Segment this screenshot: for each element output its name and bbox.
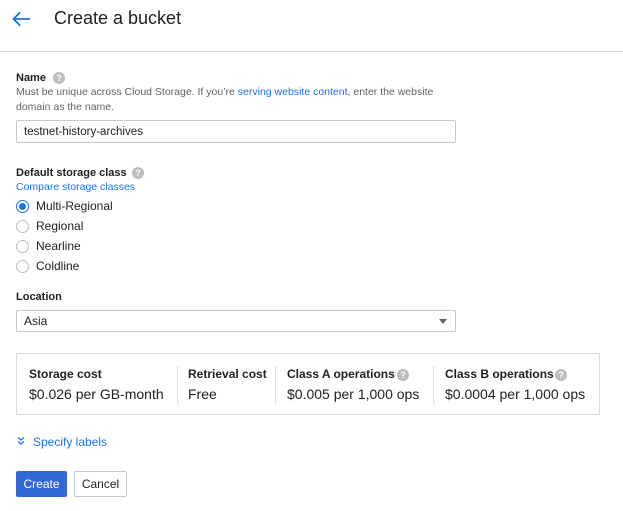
- bucket-name-input[interactable]: [16, 120, 456, 143]
- pricing-summary: Storage cost $0.026 per GB-month Retriev…: [16, 353, 600, 415]
- storage-class-help-icon[interactable]: ?: [132, 167, 144, 179]
- class-b-help-icon[interactable]: ?: [555, 369, 567, 381]
- radio-button-checked[interactable]: [16, 200, 29, 213]
- class-a-help-icon[interactable]: ?: [397, 369, 409, 381]
- radio-label: Multi-Regional: [36, 199, 113, 213]
- class-b-heading: Class B operations: [445, 367, 554, 381]
- create-button[interactable]: Create: [16, 471, 67, 497]
- name-description: Must be unique across Cloud Storage. If …: [16, 86, 434, 113]
- storage-cost-heading: Storage cost: [29, 367, 102, 381]
- location-value: Asia: [24, 314, 48, 328]
- compare-storage-classes-link[interactable]: Compare storage classes: [16, 180, 466, 195]
- retrieval-cost-value: Free: [188, 386, 217, 402]
- radio-label: Nearline: [36, 239, 81, 253]
- back-button[interactable]: [8, 6, 34, 32]
- dropdown-arrow-icon: [439, 319, 447, 324]
- location-label: Location: [16, 291, 62, 303]
- class-a-heading: Class A operations: [287, 367, 395, 381]
- radio-label: Regional: [36, 219, 84, 233]
- class-b-value: $0.0004 per 1,000 ops: [445, 386, 586, 402]
- radio-button[interactable]: [16, 260, 29, 273]
- name-help-icon[interactable]: ?: [53, 72, 65, 84]
- column-divider: [433, 366, 434, 404]
- column-divider: [275, 366, 276, 404]
- storage-cost-value: $0.026 per GB-month: [29, 386, 164, 402]
- page-title: Create a bucket: [54, 8, 182, 28]
- location-select[interactable]: Asia: [16, 310, 456, 332]
- serving-website-content-link[interactable]: serving website content: [238, 86, 348, 98]
- cancel-button[interactable]: Cancel: [74, 471, 127, 497]
- arrow-back-icon: [12, 11, 30, 27]
- column-divider: [177, 366, 178, 404]
- retrieval-cost-heading: Retrieval cost: [188, 367, 267, 381]
- radio-button[interactable]: [16, 220, 29, 233]
- name-label: Name: [16, 72, 46, 84]
- page-header: Create a bucket: [0, 0, 623, 52]
- storage-class-label: Default storage class: [16, 167, 127, 179]
- specify-labels-label: Specify labels: [33, 435, 108, 449]
- expand-more-icon: [17, 437, 25, 445]
- radio-button[interactable]: [16, 240, 29, 253]
- class-a-value: $0.005 per 1,000 ops: [287, 386, 420, 402]
- radio-label: Coldline: [36, 259, 80, 273]
